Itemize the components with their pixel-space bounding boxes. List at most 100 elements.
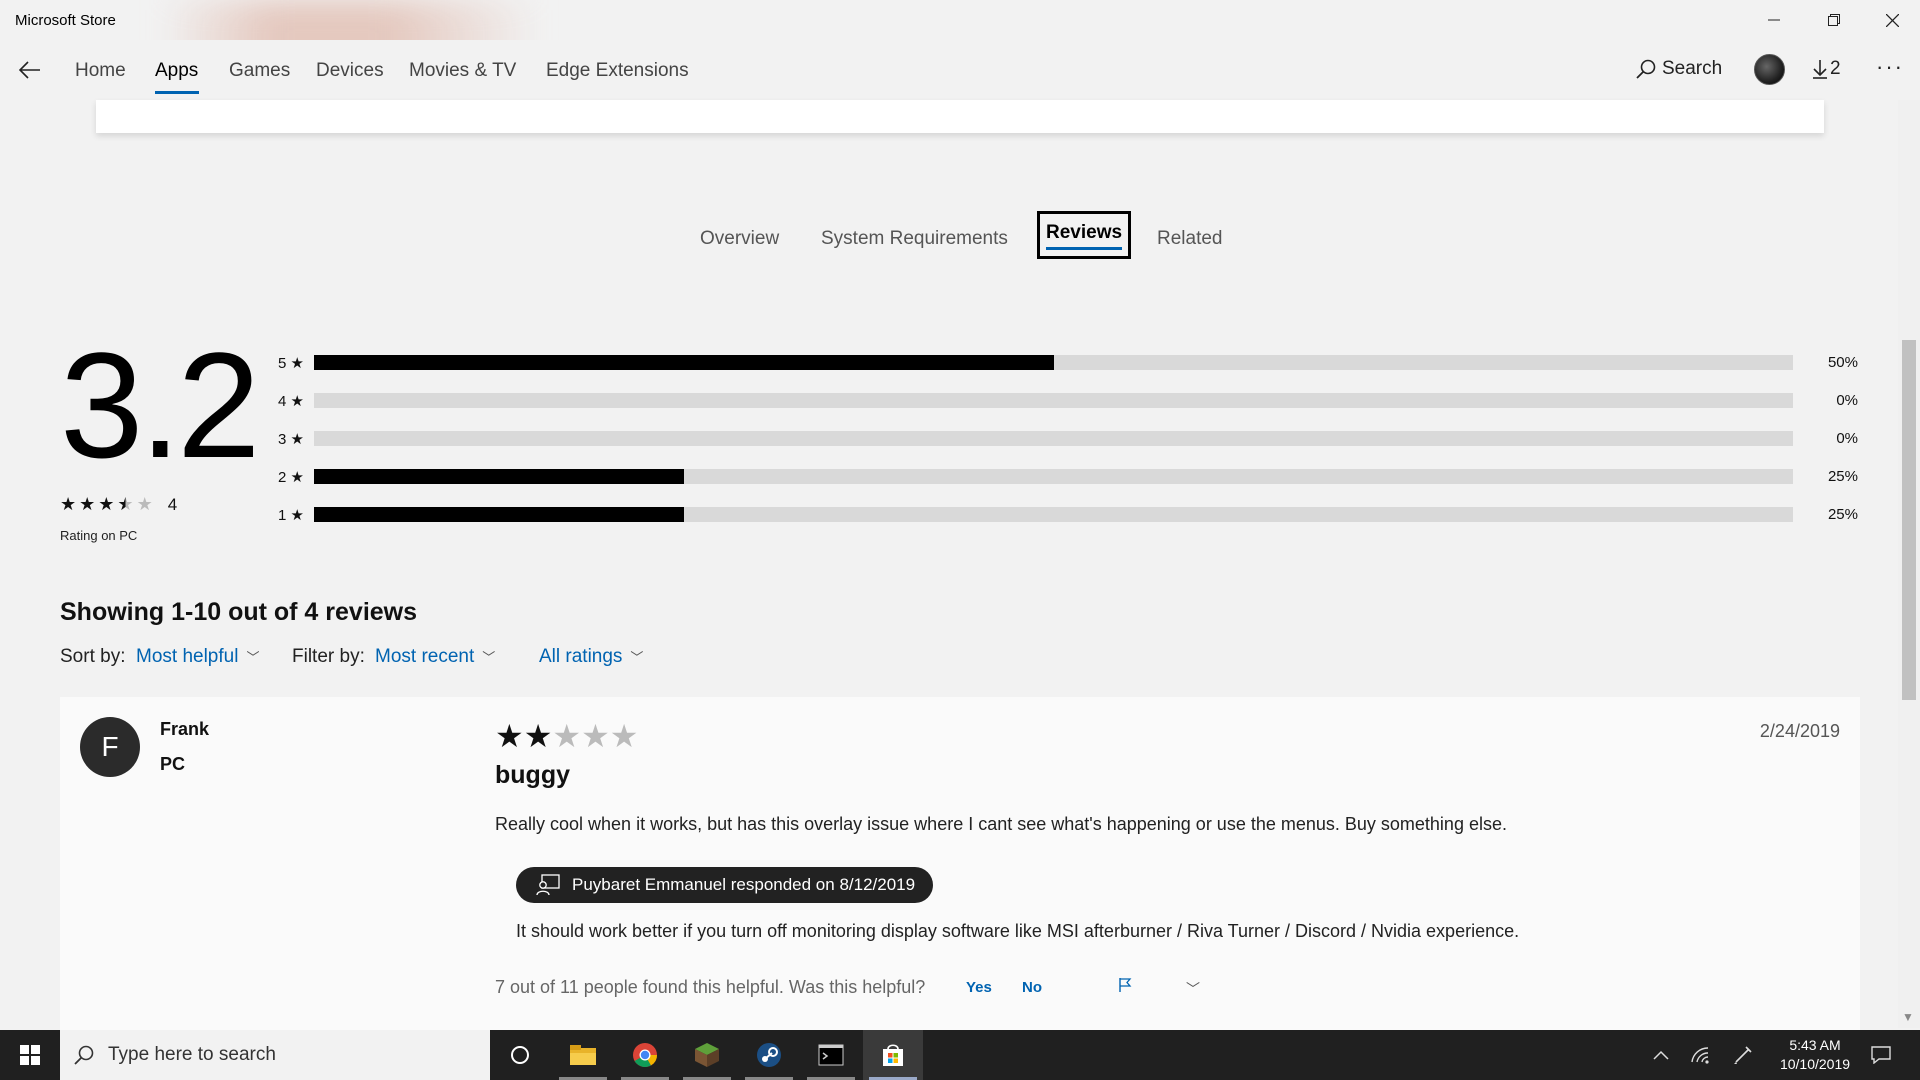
- taskbar: Type here to search 5:43 AM 10/10/2019: [0, 1030, 1920, 1080]
- rating-bar-track: [314, 507, 1793, 522]
- nav-devices[interactable]: Devices: [316, 60, 384, 82]
- rating-bar-row-4: 4 ★ 0%: [278, 390, 1858, 410]
- nav-active-indicator: [155, 91, 199, 94]
- review-body: Really cool when it works, but has this …: [495, 814, 1507, 834]
- rating-bar-fill: [314, 469, 684, 484]
- rating-stars: ★ ★ ★ ★ ★ 4: [60, 494, 177, 515]
- rating-bar-fill: [314, 507, 684, 522]
- taskbar-search-placeholder: Type here to search: [108, 1044, 276, 1065]
- rating-bar-label: 1 ★: [278, 507, 304, 524]
- minimize-button[interactable]: [1744, 0, 1804, 40]
- star-icon: ★: [523, 718, 553, 754]
- rating-bar-row-1: 1 ★ 25%: [278, 504, 1858, 524]
- star-icon: ★: [495, 718, 524, 754]
- start-button[interactable]: [0, 1030, 60, 1080]
- more-options-button[interactable]: ···: [1876, 54, 1904, 80]
- steam-button[interactable]: [739, 1030, 799, 1080]
- tab-active-indicator: [1046, 247, 1123, 250]
- review-date: 2/24/2019: [1759, 721, 1840, 741]
- rating-bar-track: [314, 431, 1793, 446]
- scroll-down-arrow-icon[interactable]: ▼: [1902, 1010, 1914, 1024]
- sort-dropdown[interactable]: Most helpful ﹀: [136, 646, 259, 668]
- tab-overview[interactable]: Overview: [700, 228, 779, 250]
- chevron-up-icon: [1653, 1050, 1669, 1060]
- chrome-button[interactable]: [615, 1030, 675, 1080]
- rating-count: 4: [167, 494, 178, 514]
- rating-bar-percent: 0%: [1836, 430, 1858, 447]
- nav-home[interactable]: Home: [75, 60, 126, 82]
- store-bag-icon: [883, 1044, 903, 1066]
- search-icon: [1636, 59, 1656, 79]
- back-button[interactable]: [14, 54, 46, 86]
- close-icon: [1885, 13, 1899, 27]
- filter-value: Most recent: [375, 646, 475, 667]
- chevron-down-icon[interactable]: ﹀: [1186, 979, 1200, 999]
- star-icon: ★: [60, 494, 77, 514]
- cortana-icon: [511, 1046, 529, 1064]
- helpful-yes-button[interactable]: Yes: [966, 979, 992, 996]
- rating-bar-track: [314, 393, 1793, 408]
- pen-workspace-button[interactable]: [1726, 1030, 1760, 1080]
- minecraft-block-icon: [695, 1043, 719, 1067]
- tab-reviews[interactable]: Reviews: [1037, 211, 1132, 259]
- chrome-icon: [633, 1043, 657, 1068]
- nav-games[interactable]: Games: [229, 60, 290, 82]
- folder-icon: [570, 1045, 596, 1065]
- reviewer-device: PC: [160, 754, 186, 774]
- rating-bar-track: [314, 469, 1793, 484]
- rating-bar-label: 3 ★: [278, 431, 304, 448]
- search-label: Search: [1662, 58, 1723, 79]
- downloads-button[interactable]: 2: [1812, 58, 1841, 80]
- filter-dropdown[interactable]: Most recent ﹀: [375, 646, 495, 668]
- pen-icon: [1734, 1046, 1752, 1064]
- review-title: buggy: [495, 761, 570, 789]
- star-icon: ★: [79, 494, 96, 514]
- microsoft-store-button[interactable]: [863, 1030, 923, 1080]
- app-title: Microsoft Store: [15, 12, 116, 29]
- helpful-no-button[interactable]: No: [1022, 979, 1042, 996]
- rating-bar-label: 5 ★: [278, 355, 304, 372]
- taskbar-clock[interactable]: 5:43 AM 10/10/2019: [1760, 1036, 1870, 1074]
- rating-bar-percent: 25%: [1827, 468, 1858, 485]
- minecraft-button[interactable]: [677, 1030, 737, 1080]
- network-button[interactable]: [1684, 1030, 1718, 1080]
- show-hidden-icons-button[interactable]: [1646, 1030, 1676, 1080]
- back-arrow-icon: [19, 61, 40, 79]
- rating-bar-percent: 25%: [1827, 506, 1858, 523]
- taskbar-search-box[interactable]: Type here to search: [60, 1030, 490, 1080]
- search-button[interactable]: Search: [1636, 58, 1722, 80]
- star-icon: ★: [98, 494, 115, 514]
- rating-bar-label: 4 ★: [278, 393, 304, 410]
- title-bar: Microsoft Store: [0, 0, 1920, 100]
- nav-edge-extensions[interactable]: Edge Extensions: [546, 60, 689, 82]
- terminal-button[interactable]: [801, 1030, 861, 1080]
- file-explorer-button[interactable]: [553, 1030, 613, 1080]
- nav-movies-tv[interactable]: Movies & TV: [409, 60, 516, 82]
- wifi-icon: [1691, 1047, 1709, 1064]
- cortana-button[interactable]: [490, 1030, 550, 1080]
- restore-icon: [1828, 14, 1840, 26]
- sort-value: Most helpful: [136, 646, 239, 667]
- tab-system-requirements[interactable]: System Requirements: [821, 228, 1008, 250]
- tab-related[interactable]: Related: [1157, 228, 1223, 250]
- rating-bar-row-2: 2 ★ 25%: [278, 466, 1858, 486]
- scrollbar-thumb[interactable]: [1902, 340, 1916, 700]
- chevron-down-icon: ﹀: [482, 650, 496, 665]
- empty-star-icon: ★: [136, 494, 153, 514]
- reviews-count-heading: Showing 1-10 out of 4 reviews: [60, 598, 418, 626]
- reviewer-name: Frank: [160, 719, 210, 739]
- close-button[interactable]: [1862, 0, 1920, 40]
- terminal-icon: [818, 1044, 844, 1066]
- rating-bar-label: 2 ★: [278, 469, 304, 486]
- developer-response-text: It should work better if you turn off mo…: [516, 921, 1520, 941]
- report-flag-icon[interactable]: [1118, 977, 1132, 997]
- account-avatar[interactable]: [1754, 54, 1785, 85]
- action-center-button[interactable]: [1862, 1030, 1900, 1080]
- maximize-button[interactable]: [1804, 0, 1864, 40]
- windows-logo-icon: [20, 1045, 40, 1065]
- clock-date: 10/10/2019: [1779, 1056, 1851, 1072]
- empty-star-icon: ★: [552, 718, 582, 754]
- downloads-count: 2: [1830, 58, 1841, 79]
- ratings-dropdown[interactable]: All ratings ﹀: [539, 646, 643, 668]
- nav-apps[interactable]: Apps: [155, 60, 198, 82]
